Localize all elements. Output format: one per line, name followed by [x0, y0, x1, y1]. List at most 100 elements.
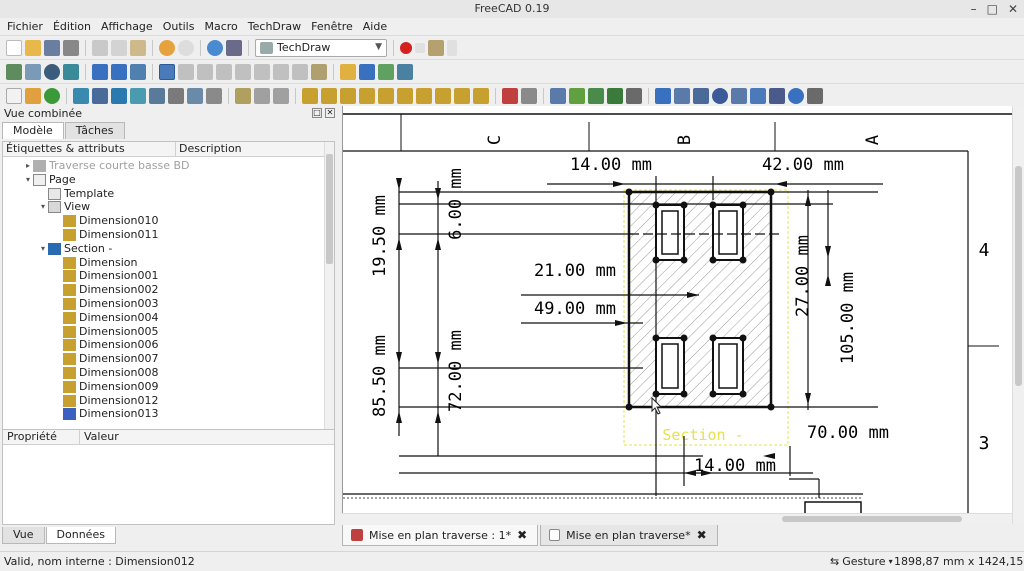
slot-top-left[interactable] [655, 204, 685, 261]
tree-item[interactable]: Dimension002 [53, 283, 158, 297]
dim-42[interactable]: 42.00 mm [762, 155, 844, 175]
dim-72[interactable]: 72.00 mm [446, 330, 466, 412]
landmark-dim-icon[interactable] [473, 87, 489, 104]
tree-header-description[interactable]: Description [175, 142, 334, 156]
clip-group-icon[interactable] [235, 87, 251, 104]
tree-item[interactable]: Dimension013 [53, 407, 158, 421]
drawing-sheet[interactable]: C B A 4 3 Section - 14.00 mm 42.00 mm 19… [343, 106, 1024, 524]
cut-icon[interactable] [92, 39, 108, 56]
group-icon[interactable] [359, 63, 375, 80]
vertical-dim-icon[interactable] [340, 87, 356, 104]
insert-page-icon[interactable] [6, 87, 22, 104]
clip-add-icon[interactable] [254, 87, 270, 104]
tree-item[interactable]: Dimension007 [53, 352, 158, 366]
tree-item[interactable]: Dimension [53, 256, 137, 270]
model-tree[interactable]: Étiquettes & attributs Description ▸ Trav… [2, 141, 335, 431]
undo-icon[interactable] [159, 39, 175, 56]
tree-item[interactable]: Dimension003 [53, 297, 158, 311]
props-header-property[interactable]: Propriété [3, 430, 79, 444]
menu-aide[interactable]: Aide [358, 18, 392, 35]
menu-fenetre[interactable]: Fenêtre [306, 18, 358, 35]
rear-view-icon[interactable] [254, 63, 270, 80]
dim-49[interactable]: 49.00 mm [534, 299, 616, 319]
spreadsheet-view-icon[interactable] [206, 87, 222, 104]
slot-bottom-right[interactable] [712, 337, 744, 395]
tree-item[interactable]: Dimension009 [53, 380, 158, 394]
workbench-selector[interactable]: TechDraw ▼ [255, 38, 387, 57]
link-dim-icon[interactable] [454, 87, 470, 104]
slot-bottom-left[interactable] [655, 337, 685, 395]
centerline-icon[interactable] [731, 87, 747, 104]
dim-105[interactable]: 105.00 mm [838, 272, 858, 364]
property-editor[interactable]: Propriété Valeur [2, 429, 335, 525]
chevron-right-icon[interactable]: ▸ [23, 159, 33, 173]
template-page-icon[interactable] [25, 87, 41, 104]
draft-view-icon[interactable] [168, 87, 184, 104]
rich-text-icon[interactable] [693, 87, 709, 104]
close-tab-icon[interactable]: ✖ [517, 528, 527, 542]
tree-item[interactable]: Dimension011 [53, 228, 158, 242]
draw-style-icon[interactable] [44, 63, 60, 80]
export-page-dxf-icon[interactable] [569, 87, 585, 104]
forward-arrow-icon[interactable] [111, 63, 127, 80]
three-point-angle-icon[interactable] [416, 87, 432, 104]
length-dim-icon[interactable] [302, 87, 318, 104]
save-icon[interactable] [44, 39, 60, 56]
tab-donnees[interactable]: Données [45, 527, 116, 544]
std-views-icon[interactable] [130, 63, 146, 80]
dim-85-50[interactable]: 85.50 mm [370, 335, 390, 417]
navigation-style-button[interactable]: ⇆ Gesture ▾ [830, 555, 893, 568]
menu-techdraw[interactable]: TechDraw [243, 18, 306, 35]
weld-symbol-icon[interactable] [750, 87, 766, 104]
maximize-icon[interactable]: □ [987, 0, 998, 18]
line-format-icon[interactable] [769, 87, 785, 104]
tab-modele[interactable]: Modèle [2, 122, 64, 139]
extent-dim-icon[interactable] [435, 87, 451, 104]
isometric-icon[interactable] [178, 63, 194, 80]
stereo-icon[interactable] [63, 63, 79, 80]
tree-item[interactable]: Dimension010 [53, 214, 158, 228]
diameter-dim-icon[interactable] [378, 87, 394, 104]
link-actions-icon[interactable] [397, 63, 413, 80]
print-icon[interactable] [63, 39, 79, 56]
tree-item[interactable]: ▾ Page [23, 173, 76, 187]
part-icon[interactable] [340, 63, 356, 80]
projection-group-icon[interactable] [92, 87, 108, 104]
open-file-icon[interactable] [25, 39, 41, 56]
right-view-icon[interactable] [235, 63, 251, 80]
cosmetic-vertex-icon[interactable] [712, 87, 728, 104]
hatch-icon[interactable] [607, 87, 623, 104]
tab-taches[interactable]: Tâches [64, 122, 125, 139]
tree-item[interactable]: ▸ Traverse courte basse BD [23, 159, 189, 173]
horizontal-dim-icon[interactable] [321, 87, 337, 104]
insert-bitmap-icon[interactable] [521, 87, 537, 104]
dim-21[interactable]: 21.00 mm [534, 261, 616, 281]
arch-view-icon[interactable] [187, 87, 203, 104]
leader-line-icon[interactable] [674, 87, 690, 104]
menu-outils[interactable]: Outils [158, 18, 200, 35]
menu-affichage[interactable]: Affichage [96, 18, 158, 35]
tree-item[interactable]: ▾ View [38, 200, 90, 214]
top-view-icon[interactable] [216, 63, 232, 80]
tree-header-labels[interactable]: Étiquettes & attributs [3, 142, 175, 156]
macro-run-icon[interactable] [447, 39, 457, 56]
back-arrow-icon[interactable] [92, 63, 108, 80]
box-zoom-icon[interactable] [159, 63, 175, 80]
tree-item[interactable]: Dimension001 [53, 269, 158, 283]
whats-this-icon[interactable] [226, 39, 242, 56]
geometric-hatch-icon[interactable] [588, 87, 604, 104]
section-outline[interactable] [627, 190, 773, 409]
balloon-icon[interactable] [807, 87, 823, 104]
dim-14-top[interactable]: 14.00 mm [570, 155, 652, 175]
toggle-frame-icon[interactable] [788, 87, 804, 104]
slot-top-right[interactable] [712, 204, 744, 261]
minimize-icon[interactable]: – [971, 0, 977, 18]
clip-remove-icon[interactable] [273, 87, 289, 104]
fit-all-icon[interactable] [6, 63, 22, 80]
export-page-svg-icon[interactable] [550, 87, 566, 104]
new-file-icon[interactable] [6, 39, 22, 56]
active-view-icon[interactable] [149, 87, 165, 104]
detail-view-icon[interactable] [130, 87, 146, 104]
refresh-icon[interactable] [207, 39, 223, 56]
radius-dim-icon[interactable] [359, 87, 375, 104]
